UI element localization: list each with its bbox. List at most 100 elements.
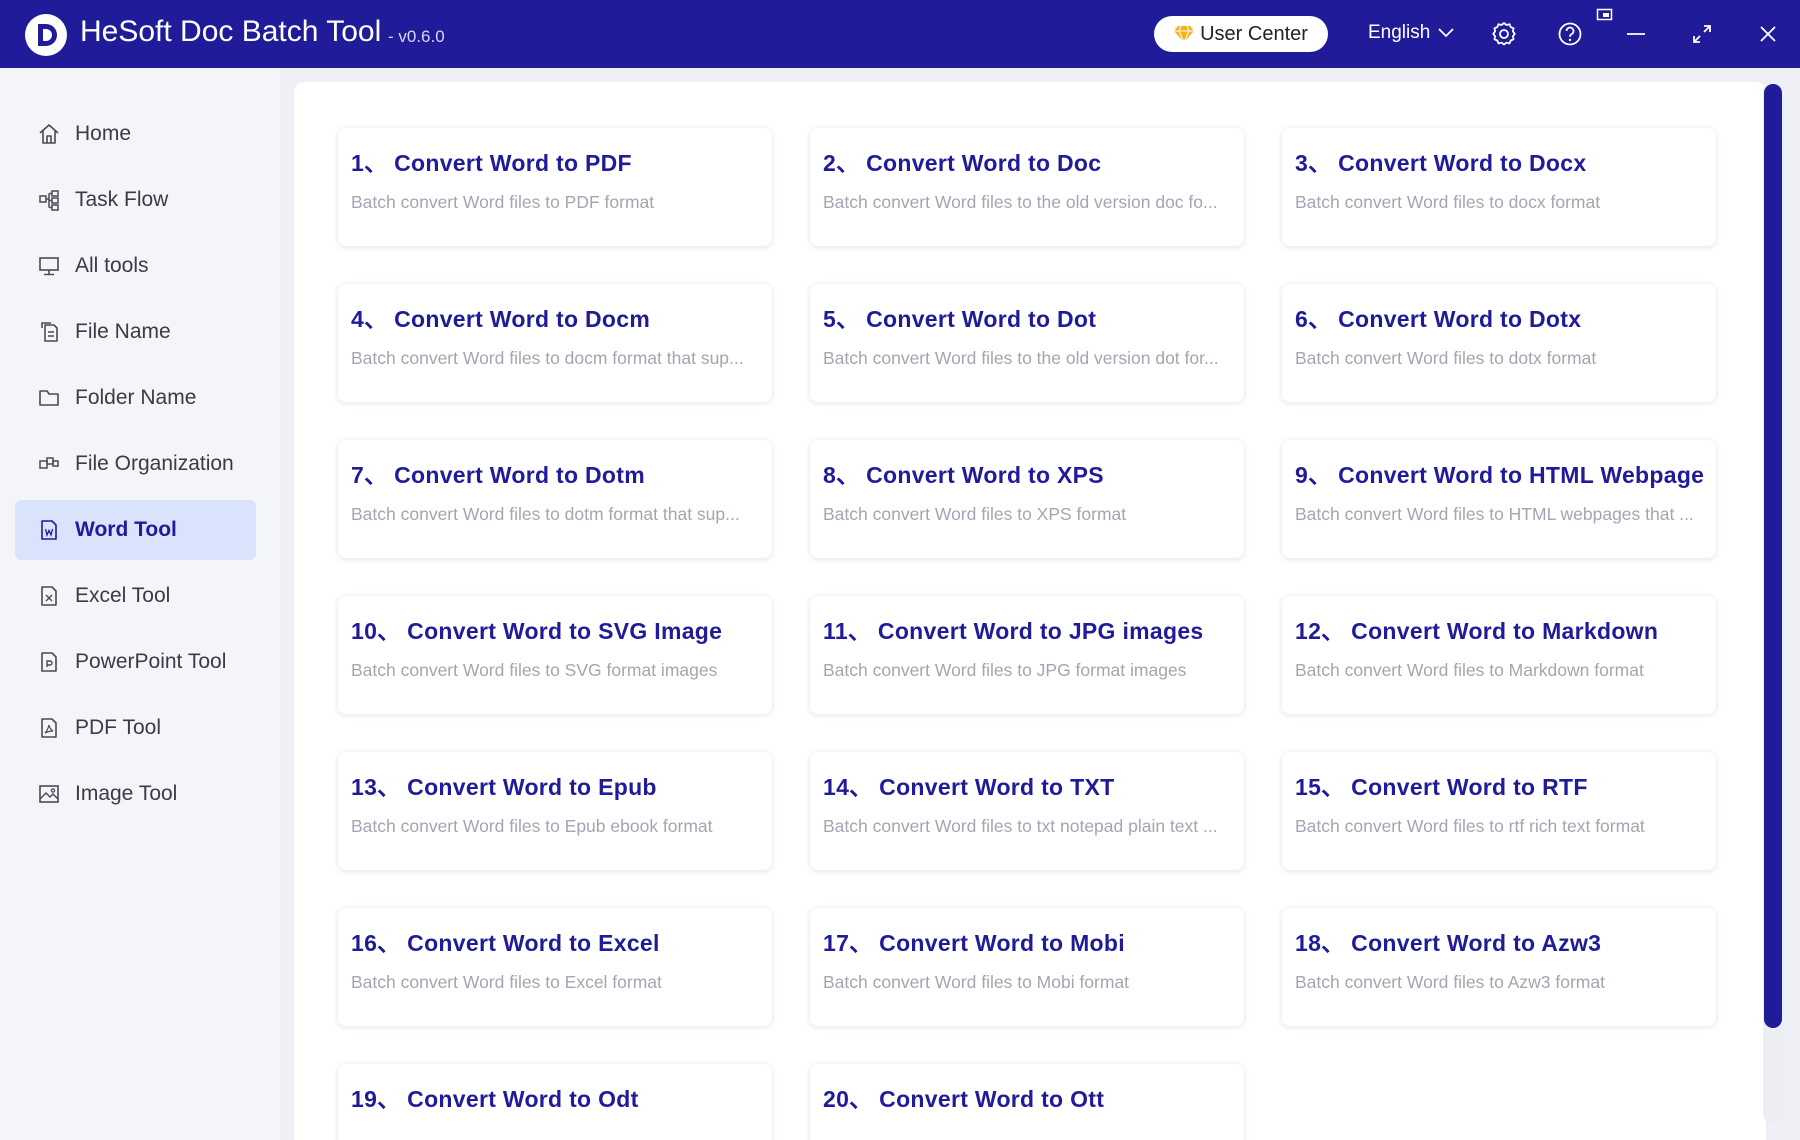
sidebar-item-folder-name[interactable]: Folder Name <box>15 368 256 428</box>
tool-card-title: 17、 Convert Word to Mobi <box>823 930 1125 956</box>
tool-card-description: Batch convert Word files to Epub ebook f… <box>351 816 713 836</box>
folder-icon <box>39 390 59 406</box>
tool-card-description: Batch convert Word files to docx format <box>1295 192 1601 212</box>
sidebar-item-label: All tools <box>75 254 149 277</box>
app-title: HeSoft Doc Batch Tool <box>80 15 382 48</box>
maximize-button[interactable] <box>1688 20 1716 48</box>
tool-card-title: 13、 Convert Word to Epub <box>351 774 657 800</box>
user-center-button[interactable]: User Center <box>1154 16 1328 52</box>
tool-card-description: Batch convert Word files to rtf rich tex… <box>1295 816 1645 836</box>
language-selector[interactable]: English <box>1368 22 1454 44</box>
sidebar-item-label: Image Tool <box>75 782 178 805</box>
sidebar-item-label: Word Tool <box>75 518 177 541</box>
tool-card-description: Batch convert Word files to Excel format <box>351 972 662 992</box>
maximize-icon <box>1693 25 1711 43</box>
user-center-label: User Center <box>1200 22 1308 45</box>
sidebar-item-powerpoint-tool[interactable]: PowerPoint Tool <box>15 632 256 692</box>
sidebar-item-label: File Organization <box>75 452 234 475</box>
tool-card-title: 15、 Convert Word to RTF <box>1295 774 1588 800</box>
pdf-file-icon <box>41 718 57 738</box>
tool-card-title: 7、 Convert Word to Dotm <box>351 462 645 488</box>
minimize-button[interactable] <box>1622 20 1650 48</box>
tool-card-title: 8、 Convert Word to XPS <box>823 462 1104 488</box>
excel-file-icon <box>41 586 57 606</box>
tool-card-word-to-xps[interactable]: 8、 Convert Word to XPS Batch convert Wor… <box>810 440 1244 558</box>
sidebar-item-label: PowerPoint Tool <box>75 650 227 673</box>
tool-card-description: Batch convert Word files to the old vers… <box>823 348 1219 368</box>
tool-card-word-to-markdown[interactable]: 12、 Convert Word to Markdown Batch conve… <box>1282 596 1716 714</box>
scrollbar-thumb[interactable] <box>1764 84 1782 1028</box>
tool-card-description: Batch convert Word files to XPS format <box>823 504 1127 524</box>
tool-card-word-to-dotm[interactable]: 7、 Convert Word to Dotm Batch convert Wo… <box>338 440 772 558</box>
tool-card-description: Batch convert Word files to dotm format … <box>351 504 740 524</box>
sidebar-item-home[interactable]: Home <box>15 104 256 164</box>
home-icon <box>39 124 59 144</box>
sidebar-item-excel-tool[interactable]: Excel Tool <box>15 566 256 626</box>
tool-card-title: 3、 Convert Word to Docx <box>1295 150 1587 176</box>
tool-card-title: 18、 Convert Word to Azw3 <box>1295 930 1602 956</box>
tool-card-word-to-docm[interactable]: 4、 Convert Word to Docm Batch convert Wo… <box>338 284 772 402</box>
sidebar-item-label: PDF Tool <box>75 716 161 739</box>
pin-button[interactable] <box>1596 8 1614 24</box>
sidebar-item-label: Task Flow <box>75 188 169 211</box>
sidebar-item-all-tools[interactable]: All tools <box>15 236 256 296</box>
tool-card-title: 11、 Convert Word to JPG images <box>823 618 1204 644</box>
tool-card-word-to-docx[interactable]: 3、 Convert Word to Docx Batch convert Wo… <box>1282 128 1716 246</box>
sidebar-item-label: Home <box>75 122 132 145</box>
tool-card-word-to-doc[interactable]: 2、 Convert Word to Doc Batch convert Wor… <box>810 128 1244 246</box>
tool-card-word-to-mobi[interactable]: 17、 Convert Word to Mobi Batch convert W… <box>810 908 1244 1026</box>
tool-card-description: Batch convert Word files to Markdown for… <box>1295 660 1644 680</box>
tool-card-word-to-dot[interactable]: 5、 Convert Word to Dot Batch convert Wor… <box>810 284 1244 402</box>
tool-card-title: 1、 Convert Word to PDF <box>351 150 632 176</box>
tool-card-title: 16、 Convert Word to Excel <box>351 930 660 956</box>
tool-card-title: 4、 Convert Word to Docm <box>351 306 651 332</box>
tool-card-description: Batch convert Word files to PDF format <box>351 192 655 212</box>
tool-card-word-to-excel[interactable]: 16、 Convert Word to Excel Batch convert … <box>338 908 772 1026</box>
tool-card-word-to-odt[interactable]: 19、 Convert Word to Odt <box>338 1064 772 1140</box>
tool-card-word-to-ott[interactable]: 20、 Convert Word to Ott <box>810 1064 1244 1140</box>
tool-card-title: 14、 Convert Word to TXT <box>823 774 1115 800</box>
tool-card-word-to-rtf[interactable]: 15、 Convert Word to RTF Batch convert Wo… <box>1282 752 1716 870</box>
file-copy-icon <box>41 322 58 342</box>
sidebar-item-label: Folder Name <box>75 386 197 409</box>
monitor-icon <box>39 257 59 276</box>
gem-icon <box>1174 25 1195 43</box>
tool-card-description: Batch convert Word files to docm format … <box>351 348 744 368</box>
tool-card-word-to-pdf[interactable]: 1、 Convert Word to PDF Batch convert Wor… <box>338 128 772 246</box>
organize-icon <box>39 457 59 469</box>
tool-card-word-to-jpg[interactable]: 11、 Convert Word to JPG images Batch con… <box>810 596 1244 714</box>
sidebar-item-image-tool[interactable]: Image Tool <box>15 764 256 824</box>
minimize-icon <box>1627 33 1645 35</box>
language-label: English <box>1368 22 1431 43</box>
sidebar-item-file-name[interactable]: File Name <box>15 302 256 362</box>
close-button[interactable] <box>1754 20 1782 48</box>
sidebar-item-label: Excel Tool <box>75 584 171 607</box>
tool-card-description: Batch convert Word files to the old vers… <box>823 192 1218 212</box>
word-file-icon <box>41 520 57 540</box>
tool-card-description: Batch convert Word files to Azw3 format <box>1295 972 1605 992</box>
sidebar-item-file-organization[interactable]: File Organization <box>15 434 256 494</box>
tool-card-title: 19、 Convert Word to Odt <box>351 1086 639 1112</box>
settings-button[interactable] <box>1490 20 1518 48</box>
tool-card-description: Batch convert Word files to Mobi format <box>823 972 1130 992</box>
sidebar-item-label: File Name <box>75 320 171 343</box>
tool-card-word-to-txt[interactable]: 14、 Convert Word to TXT Batch convert Wo… <box>810 752 1244 870</box>
tool-card-title: 20、 Convert Word to Ott <box>823 1086 1105 1112</box>
sidebar-item-task-flow[interactable]: Task Flow <box>15 170 256 230</box>
flow-icon <box>39 190 59 211</box>
sidebar: Home Task Flow All tools File Name Folde… <box>0 68 280 1140</box>
sidebar-item-pdf-tool[interactable]: PDF Tool <box>15 698 256 758</box>
tool-card-description: Batch convert Word files to JPG format i… <box>823 660 1187 680</box>
close-icon <box>1760 26 1776 42</box>
tool-card-word-to-azw3[interactable]: 18、 Convert Word to Azw3 Batch convert W… <box>1282 908 1716 1026</box>
tool-card-word-to-svg[interactable]: 10、 Convert Word to SVG Image Batch conv… <box>338 596 772 714</box>
tool-card-word-to-epub[interactable]: 13、 Convert Word to Epub Batch convert W… <box>338 752 772 870</box>
tool-card-title: 9、 Convert Word to HTML Webpage <box>1295 462 1705 488</box>
sidebar-item-word-tool[interactable]: Word Tool <box>15 500 256 560</box>
help-button[interactable] <box>1556 20 1584 48</box>
tool-card-title: 12、 Convert Word to Markdown <box>1295 618 1659 644</box>
tool-card-word-to-html[interactable]: 9、 Convert Word to HTML Webpage Batch co… <box>1282 440 1716 558</box>
tool-card-title: 6、 Convert Word to Dotx <box>1295 306 1582 332</box>
tool-card-word-to-dotx[interactable]: 6、 Convert Word to Dotx Batch convert Wo… <box>1282 284 1716 402</box>
pin-icon <box>1596 8 1613 21</box>
